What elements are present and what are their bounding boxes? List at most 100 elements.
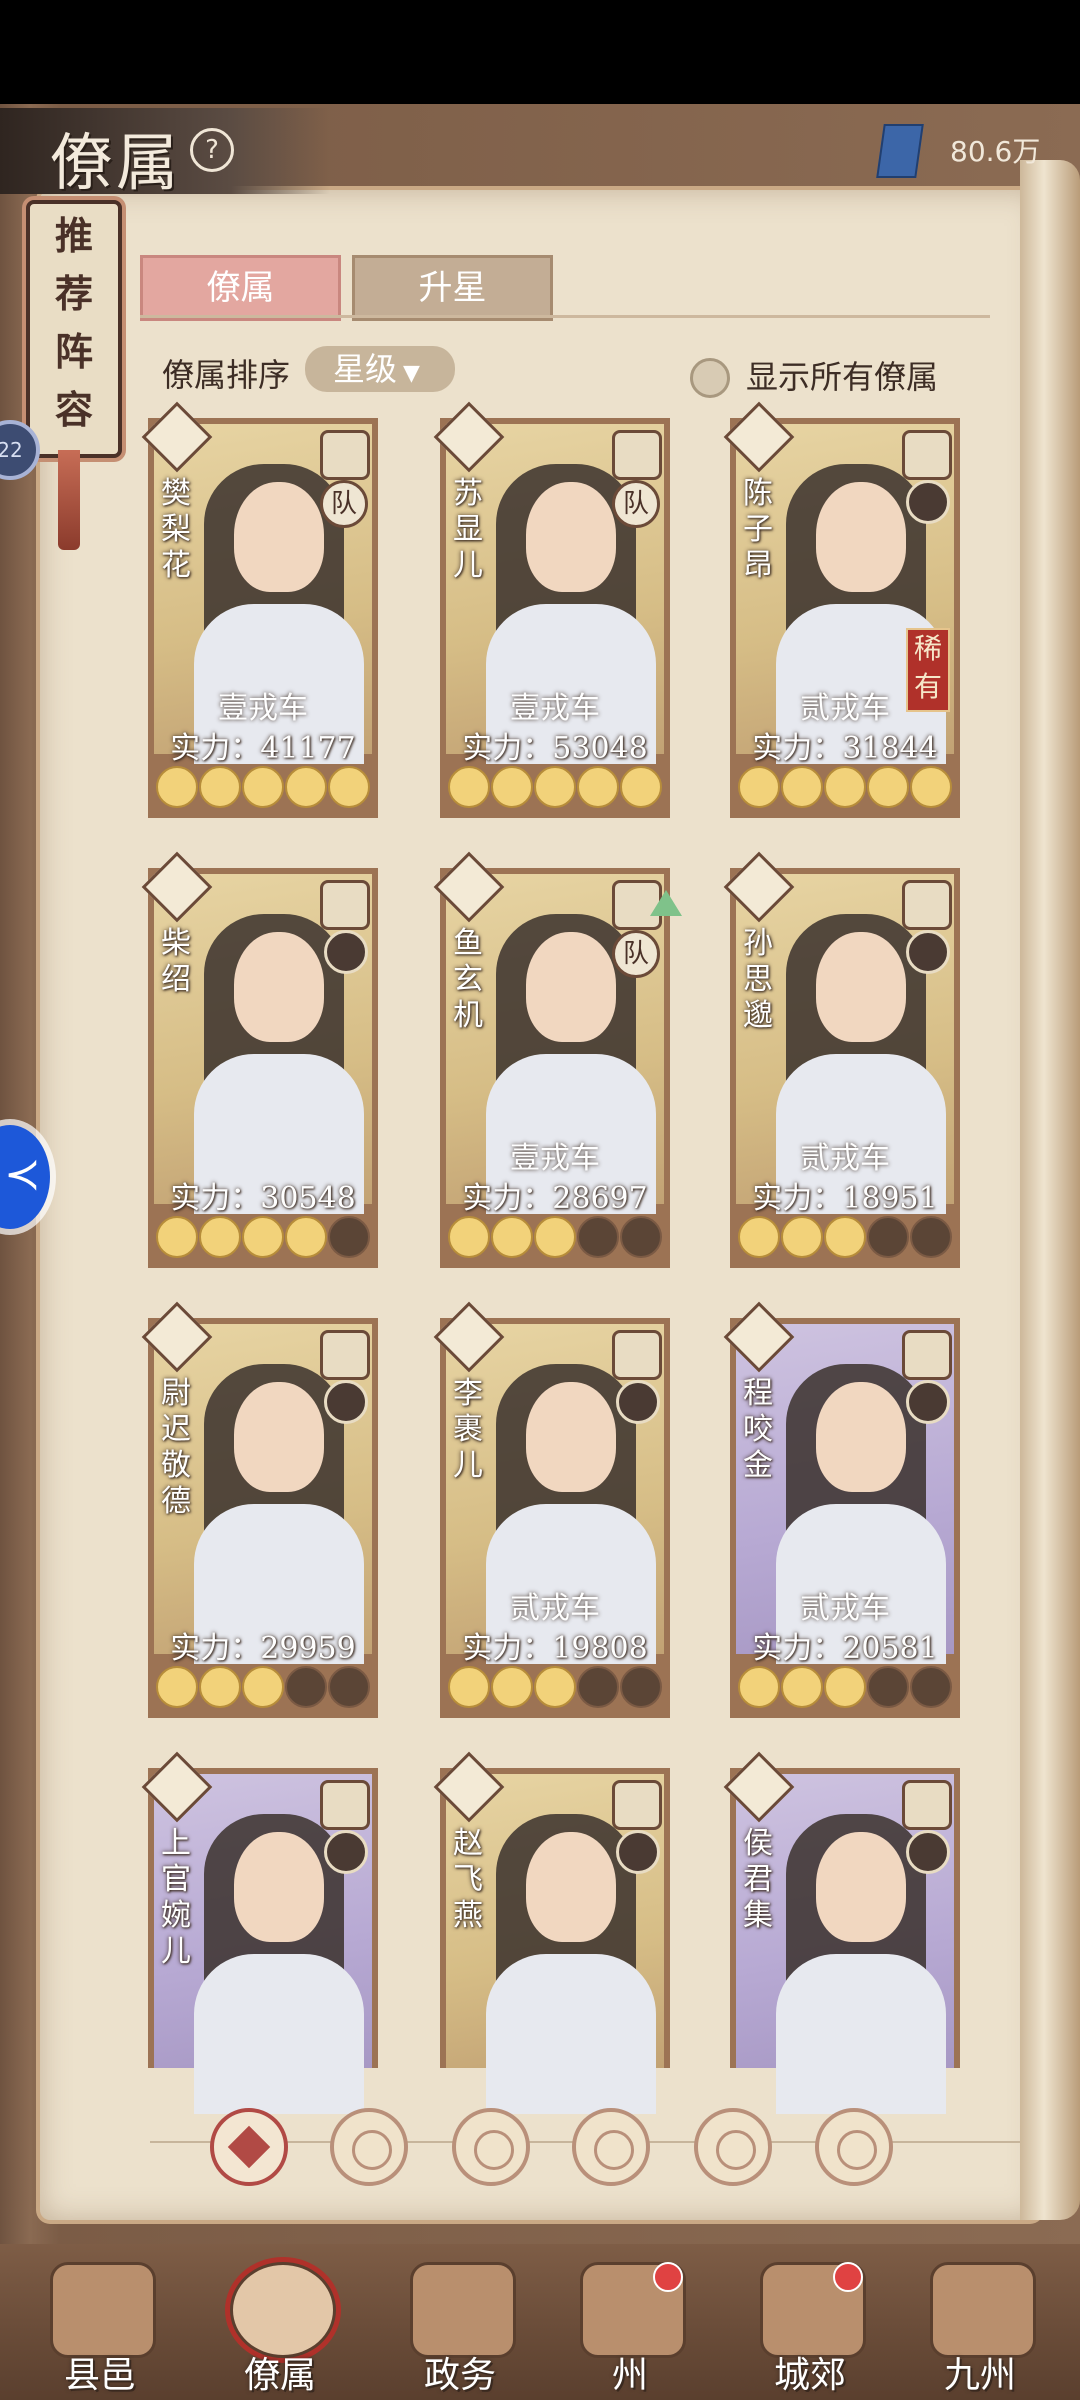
subordinate-card[interactable]: 陈子昂 稀有 贰戎车 实力：31844 (723, 401, 960, 818)
companion-avatar (324, 930, 368, 974)
mask-filter-icon[interactable] (815, 2108, 893, 2186)
subordinate-card[interactable]: 柴绍 实力：30548 (141, 851, 378, 1268)
nav-item[interactable]: 僚属 (205, 2250, 355, 2400)
moon-star-icon (199, 766, 241, 808)
moon-star-icon (328, 766, 370, 808)
class-icon (612, 430, 662, 480)
character-name: 孙思邈 (743, 926, 773, 1033)
companion-avatar (324, 1830, 368, 1874)
companion-avatar (616, 1380, 660, 1424)
vehicle-label: 贰戎车 (800, 1591, 890, 1626)
moon-star-icon (491, 1216, 533, 1258)
companion-avatar (906, 1830, 950, 1874)
companion-avatar (324, 1380, 368, 1424)
nav-label: 州 (611, 2355, 648, 2396)
bell-filter-icon[interactable] (330, 2108, 408, 2186)
class-icon (320, 1330, 370, 1380)
moon-star-icon (738, 1216, 780, 1258)
class-icon (612, 1780, 662, 1830)
vehicle-label: 壹戎车 (510, 691, 600, 726)
nav-item[interactable]: 政务 (385, 2250, 535, 2400)
moon-star-icon (491, 766, 533, 808)
book-icon (876, 124, 924, 178)
subordinate-card[interactable]: 队 鱼玄机 壹戎车 实力：28697 (433, 851, 682, 1268)
chevron-down-icon: ▼ (403, 361, 420, 386)
recommend-lineup-button[interactable]: 推 荐 阵 容 (26, 200, 122, 458)
moon-star-icon (577, 766, 619, 808)
moon-star-icon (156, 766, 198, 808)
class-icon (612, 1330, 662, 1380)
subordinate-card[interactable]: 侯君集 (723, 1751, 960, 2114)
companion-avatar (616, 1830, 660, 1874)
moon-star-icon (577, 1216, 619, 1258)
face (816, 1832, 906, 1942)
class-icon (902, 430, 952, 480)
subordinate-card[interactable]: 上官婉儿 (141, 1751, 378, 2114)
moon-star-icon (867, 1666, 909, 1708)
currency-display[interactable]: 80.6万 (876, 124, 1080, 178)
companion-avatar (906, 1380, 950, 1424)
moon-star-icon (448, 1216, 490, 1258)
moon-star-icon (328, 1666, 370, 1708)
moon-star-icon (910, 1666, 952, 1708)
show-all-label: 显示所有僚属 (746, 358, 939, 396)
face (816, 1382, 906, 1492)
notification-dot (833, 2262, 863, 2292)
star-row (156, 1216, 370, 1260)
subordinate-card[interactable]: 李裹儿 贰戎车 实力：19808 (433, 1301, 670, 1718)
tab-subordinates[interactable]: 僚属 (140, 255, 341, 321)
subordinate-card[interactable]: 孙思邈 贰戎车 实力：18951 (723, 851, 960, 1268)
subordinate-card[interactable]: 程咬金 贰戎车 实力：20581 (723, 1301, 960, 1718)
vehicle-label: 壹戎车 (510, 1141, 600, 1176)
vehicle-label: 贰戎车 (510, 1591, 600, 1626)
filter-glyph (837, 2130, 877, 2170)
moon-star-icon (620, 1666, 662, 1708)
face (234, 1382, 324, 1492)
tassel-decoration (58, 450, 80, 550)
subordinate-card[interactable]: 队 樊梨花 壹戎车 实力：41177 (141, 401, 378, 818)
team-badge: 队 (612, 930, 660, 978)
nav-item[interactable]: 九州 (905, 2250, 1055, 2400)
vehicle-label: 贰戎车 (800, 691, 890, 726)
moon-star-icon (285, 1666, 327, 1708)
character-name: 陈子昂 (743, 476, 773, 583)
class-icon (902, 880, 952, 930)
star-row (448, 1666, 662, 1710)
moon-star-icon (534, 1216, 576, 1258)
moon-star-icon (285, 766, 327, 808)
subordinate-card[interactable]: 赵飞燕 (433, 1751, 670, 2114)
fan-filter-icon[interactable] (572, 2108, 650, 2186)
cat-filter-icon[interactable] (452, 2108, 530, 2186)
moon-star-icon (534, 766, 576, 808)
lion-filter-icon[interactable] (694, 2108, 772, 2186)
companion-avatar (906, 480, 950, 524)
sort-dropdown[interactable]: 星级 ▼ (305, 346, 455, 392)
power-value: 实力：41177 (170, 731, 356, 766)
moon-star-icon (285, 1216, 327, 1258)
subordinate-card[interactable]: 尉迟敬德 实力：29959 (141, 1301, 378, 1718)
class-icon (902, 1330, 952, 1380)
vehicle-label: 贰戎车 (800, 1141, 890, 1176)
class-icon (320, 880, 370, 930)
vehicle-label: 壹戎车 (218, 691, 308, 726)
subordinate-card[interactable]: 队 苏显儿 壹戎车 实力：53048 (433, 401, 670, 818)
page-curl (1020, 160, 1080, 2220)
sort-label: 僚属排序 (162, 356, 291, 394)
moon-star-icon (867, 1216, 909, 1258)
face (526, 1382, 616, 1492)
notification-dot (653, 2262, 683, 2292)
filter-glyph (352, 2130, 392, 2170)
power-value: 实力：29959 (170, 1631, 356, 1666)
moon-star-icon (156, 1216, 198, 1258)
filter-glyph (474, 2130, 514, 2170)
all-filter-icon[interactable] (210, 2108, 288, 2186)
moon-star-icon (448, 1666, 490, 1708)
nav-item[interactable]: 县邑 (25, 2250, 175, 2400)
help-icon[interactable]: ? (190, 128, 234, 172)
tab-star-up[interactable]: 升星 (352, 255, 553, 321)
moon-star-icon (781, 1666, 823, 1708)
nav-item[interactable]: 城郊 (735, 2250, 885, 2400)
radio-button[interactable] (690, 358, 730, 398)
nav-item[interactable]: 州 (555, 2250, 705, 2400)
class-icon (902, 1780, 952, 1830)
